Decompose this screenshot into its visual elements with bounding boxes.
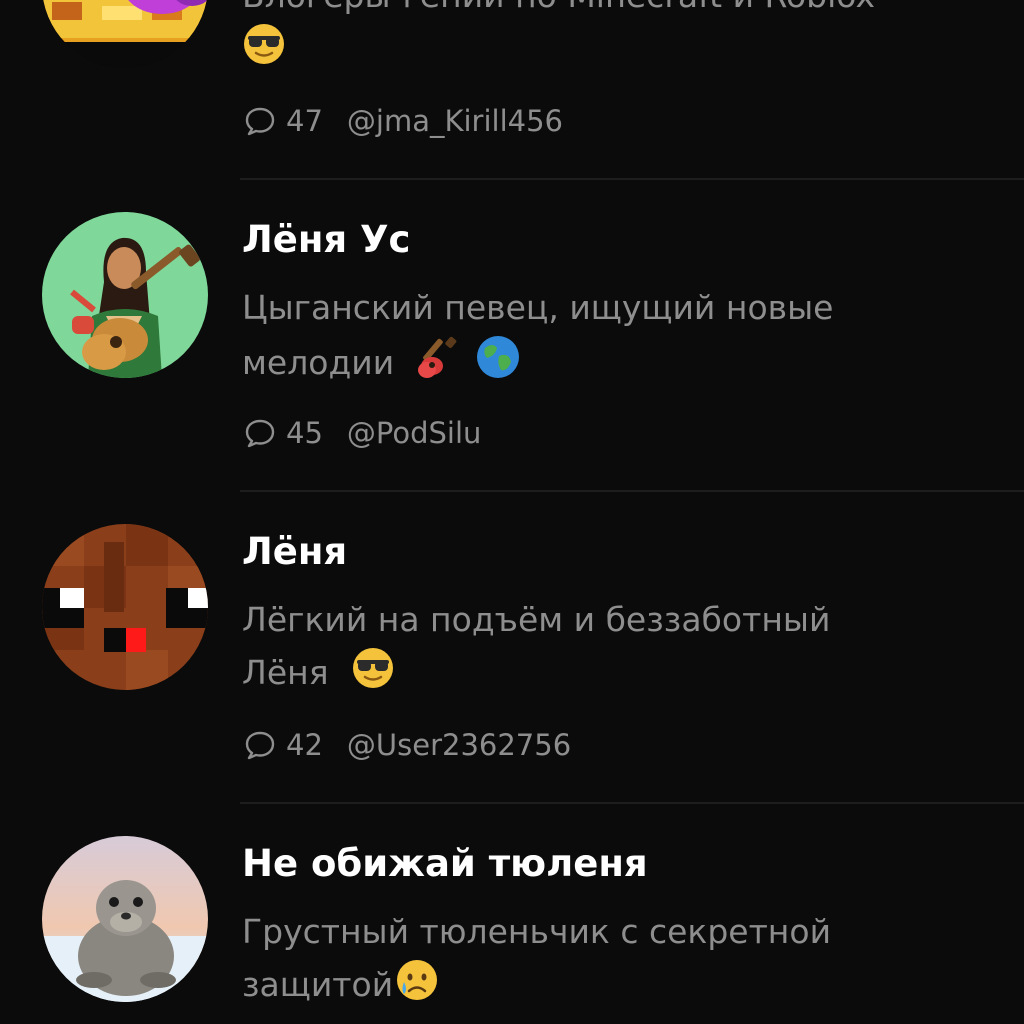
comment-count: 42 [286, 728, 323, 762]
character-name: Не обижай тюленя [242, 842, 648, 885]
character-card[interactable]: Блогеры-гении по Minecraft и Roblox 47 @… [0, 0, 1024, 180]
character-card[interactable]: Лёня Лёгкий на подъём и беззаботный Лёня… [0, 492, 1024, 804]
character-name: Лёня Ус [242, 218, 411, 261]
comment-icon [245, 419, 275, 448]
guitar-emoji-icon [417, 334, 463, 395]
avatar-image [42, 836, 208, 1002]
sunglasses-emoji-icon [351, 646, 395, 705]
comment-count: 47 [286, 104, 323, 138]
description-line-1: Блогеры-гении по Minecraft и Roblox [242, 0, 875, 15]
character-card[interactable]: Не обижай тюленя Грустный тюленьчик с се… [0, 804, 1024, 1024]
avatar [42, 524, 208, 690]
crying-face-emoji-icon [395, 958, 439, 1017]
description-line-1: Цыганский певец, ищущий новые [242, 288, 834, 327]
comment-icon [245, 731, 275, 760]
comment-count: 45 [286, 416, 323, 450]
description-line-1: Лёгкий на подъём и беззаботный [242, 600, 831, 639]
avatar [42, 212, 208, 378]
sunglasses-emoji-icon [242, 22, 286, 81]
character-list: Блогеры-гении по Minecraft и Roblox 47 @… [0, 0, 1024, 1024]
avatar-image [42, 524, 208, 690]
character-name: Лёня [242, 530, 348, 573]
card-meta: 42 @User2362756 [244, 728, 571, 762]
character-card[interactable]: Лёня Ус Цыганский певец, ищущий новые ме… [0, 180, 1024, 492]
globe-emoji-icon [475, 334, 521, 395]
avatar [42, 836, 208, 1002]
author-handle[interactable]: @jma_Kirill456 [347, 104, 563, 138]
character-description: Грустный тюленьчик с секретной защитой [242, 906, 982, 1017]
character-description: Цыганский певец, ищущий новые мелодии [242, 282, 982, 395]
description-line-1: Грустный тюленьчик с секретной [242, 912, 832, 951]
comment-icon [245, 107, 275, 136]
card-meta: 47 @jma_Kirill456 [244, 104, 563, 138]
author-handle[interactable]: @PodSilu [347, 416, 482, 450]
card-meta: 45 @PodSilu [244, 416, 481, 450]
avatar-image [42, 0, 208, 68]
description-line-2: мелодии [242, 343, 395, 382]
character-description: Лёгкий на подъём и беззаботный Лёня [242, 594, 982, 705]
description-line-2: Лёня [242, 653, 329, 692]
description-line-2: защитой [242, 965, 394, 1004]
avatar-image [42, 212, 208, 378]
character-description: Блогеры-гении по Minecraft и Roblox [242, 0, 982, 81]
avatar [42, 0, 208, 68]
author-handle[interactable]: @User2362756 [347, 728, 571, 762]
